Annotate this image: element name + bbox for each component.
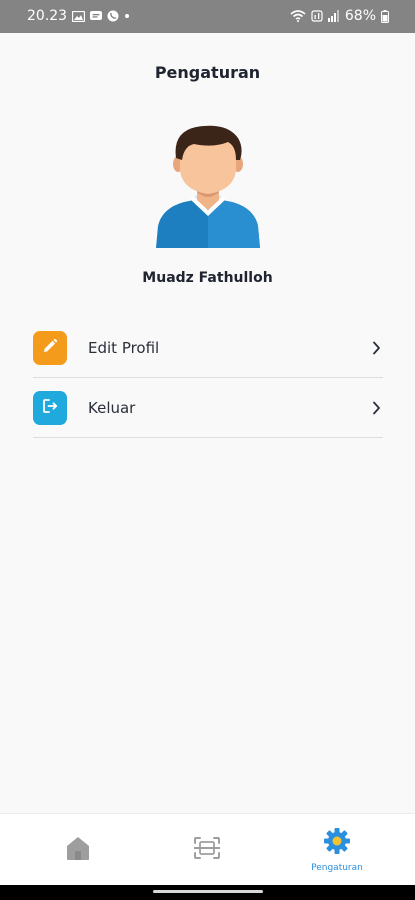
pencil-icon bbox=[42, 338, 58, 358]
volte-icon bbox=[311, 10, 323, 22]
nav-item-settings[interactable]: Pengaturan bbox=[268, 814, 406, 886]
status-bar-left: 20.23 bbox=[27, 8, 130, 24]
home-icon bbox=[65, 835, 91, 865]
status-bar-right: 68% bbox=[290, 8, 389, 24]
nav-item-home[interactable] bbox=[9, 814, 147, 886]
chevron-right-icon bbox=[369, 401, 383, 415]
settings-icon bbox=[323, 827, 351, 859]
battery-icon bbox=[381, 9, 389, 23]
menu-item-logout[interactable]: Keluar bbox=[33, 378, 383, 438]
menu-item-edit-profile[interactable]: Edit Profil bbox=[33, 318, 383, 378]
logout-icon bbox=[41, 397, 59, 419]
nav-item-scan[interactable] bbox=[138, 814, 276, 886]
wifi-icon bbox=[290, 10, 306, 22]
edit-profile-icon-badge bbox=[33, 330, 67, 365]
home-indicator[interactable] bbox=[153, 890, 263, 893]
status-time: 20.23 bbox=[27, 8, 68, 24]
gallery-icon bbox=[72, 10, 86, 22]
menu-item-label: Edit Profil bbox=[88, 338, 160, 357]
system-navigation-bar bbox=[0, 885, 415, 900]
whatsapp-icon bbox=[107, 10, 119, 22]
message-icon bbox=[90, 10, 103, 22]
battery-percentage: 68% bbox=[344, 8, 376, 24]
scan-icon bbox=[193, 836, 221, 864]
avatar bbox=[154, 124, 262, 248]
status-bar: 20.23 68% bbox=[0, 0, 415, 33]
profile-name: Muadz Fathulloh bbox=[142, 270, 273, 286]
logout-icon-badge bbox=[33, 390, 67, 425]
dot-icon bbox=[124, 13, 130, 19]
page-title: Pengaturan bbox=[154, 63, 261, 82]
settings-menu: Edit Profil Keluar bbox=[33, 318, 383, 438]
menu-item-label: Keluar bbox=[88, 398, 136, 417]
chevron-right-icon bbox=[369, 341, 383, 355]
avatar-illustration bbox=[156, 125, 260, 248]
nav-label-settings: Pengaturan bbox=[311, 863, 363, 873]
signal-icon bbox=[327, 10, 340, 22]
bottom-navigation: Pengaturan bbox=[0, 813, 415, 886]
